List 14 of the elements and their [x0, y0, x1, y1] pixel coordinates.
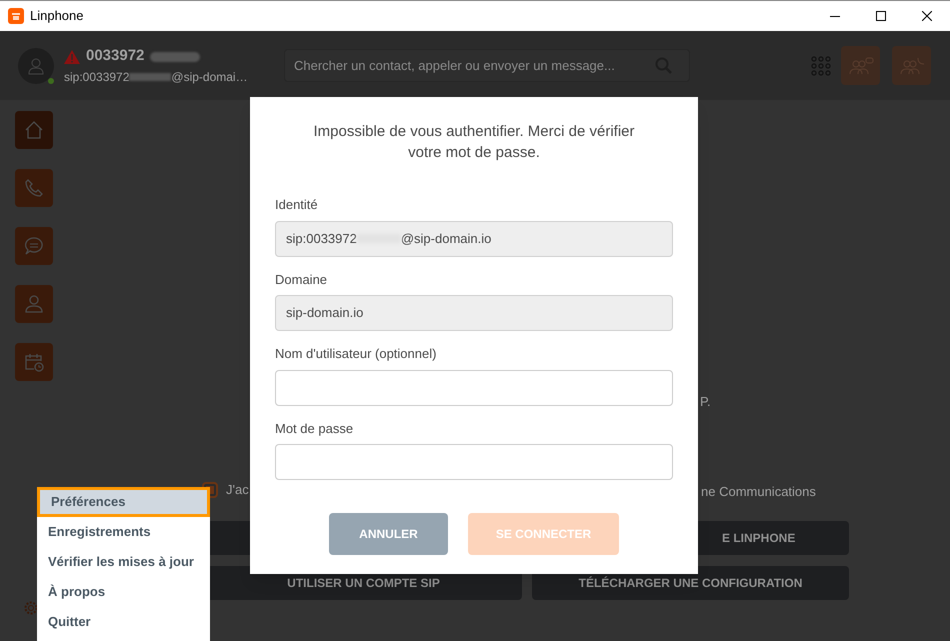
account-name: 0033972 — [86, 46, 144, 66]
terms-text: ne Communications — [701, 483, 816, 501]
account-address: sip:0033972 — [64, 68, 130, 86]
terms-text: J'ac — [226, 481, 249, 499]
field-label: Identité — [275, 196, 319, 214]
account-domain: @sip-domai… — [171, 68, 248, 86]
dialog-message: Impossible de vous authentifier. Merci de vérifier votre mot de passe. — [312, 122, 636, 163]
field-label: Nom d'utilisateur (optionnel) — [275, 345, 438, 363]
info-text: P. — [700, 393, 711, 411]
readonly-field: sip-domain.io — [275, 295, 673, 331]
window-title: Linphone — [30, 7, 84, 26]
field-label: Domaine — [275, 270, 328, 288]
field-label: Mot de passe — [275, 420, 354, 438]
readonly-field: sip:0033972 @sip-domain.io — [275, 220, 673, 256]
